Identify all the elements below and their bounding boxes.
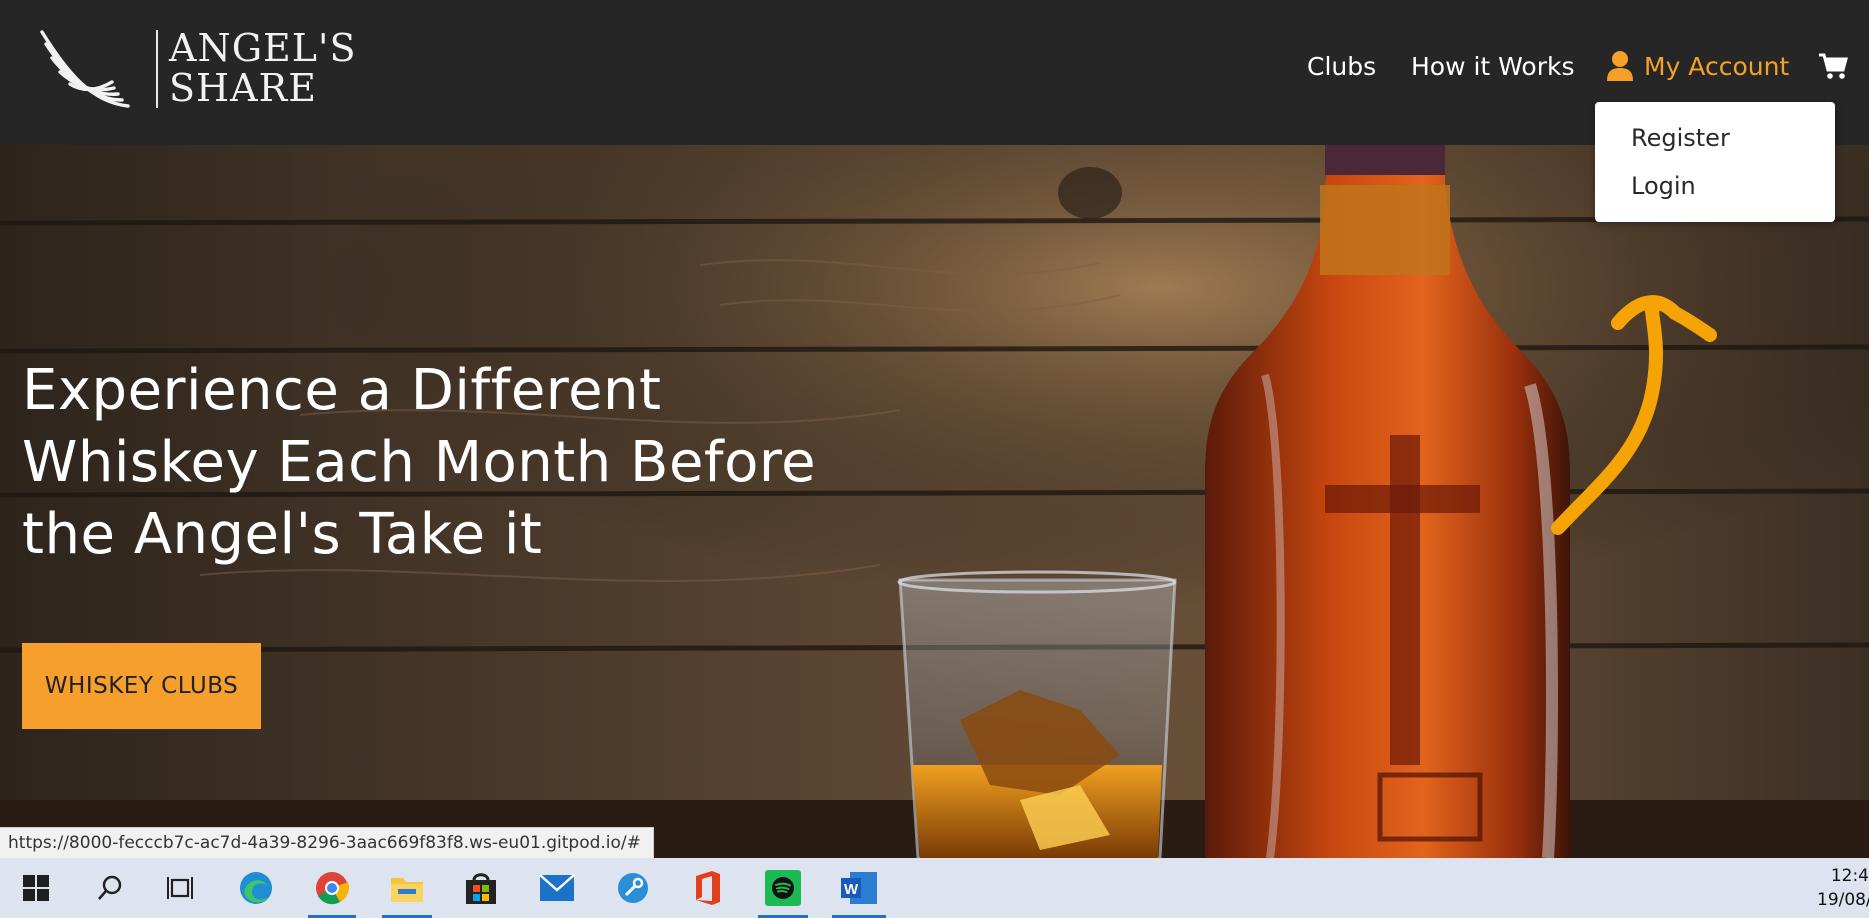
office-icon[interactable]	[678, 858, 736, 918]
user-icon	[1607, 51, 1633, 81]
logo-divider	[156, 30, 158, 108]
hero-heading: Experience a Different Whiskey Each Mont…	[22, 358, 817, 567]
spotify-icon[interactable]	[754, 858, 812, 918]
windows-start-icon[interactable]	[8, 858, 64, 918]
file-explorer-icon[interactable]	[378, 858, 436, 918]
system-clock[interactable]: 12:4 19/08/	[1817, 864, 1869, 912]
remote-desktop-icon[interactable]	[604, 858, 662, 918]
menu-item-login[interactable]: Login	[1631, 172, 1696, 200]
whiskey-clubs-button[interactable]: WHISKEY CLUBS	[22, 643, 261, 729]
search-icon[interactable]	[82, 858, 138, 918]
logo-wordmark: ANGEL'S SHARE	[169, 26, 357, 110]
edge-icon[interactable]	[228, 858, 284, 918]
my-account-label: My Account	[1644, 51, 1790, 81]
nav-link-clubs[interactable]: Clubs	[1307, 52, 1376, 81]
navbar: ANGEL'S SHARE Clubs How it Works My Acco…	[0, 0, 1869, 145]
shopping-cart-icon	[1819, 53, 1848, 79]
clock-time: 12:4	[1830, 866, 1869, 886]
clock-date: 19/08/	[1817, 890, 1869, 910]
task-view-icon[interactable]	[152, 858, 208, 918]
account-dropdown-menu: Register Login	[1595, 102, 1835, 222]
menu-item-register[interactable]: Register	[1631, 124, 1730, 152]
link-status-url: https://8000-fecccb7c-ac7d-4a39-8296-3aa…	[0, 827, 654, 859]
mail-icon[interactable]	[528, 858, 586, 918]
nav-link-how-it-works[interactable]: How it Works	[1411, 52, 1575, 81]
svg-text:W: W	[844, 881, 859, 898]
word-icon[interactable]: W	[828, 858, 890, 918]
nav-link-my-account[interactable]: My Account	[1606, 50, 1789, 82]
annotation-arrow-icon	[1551, 295, 1717, 535]
angel-wing-icon	[40, 30, 130, 108]
store-icon[interactable]	[452, 858, 510, 918]
site-logo[interactable]: ANGEL'S SHARE	[38, 26, 356, 112]
cart-button[interactable]	[1818, 52, 1848, 85]
chrome-icon[interactable]	[304, 858, 360, 918]
hero-section: Experience a Different Whiskey Each Mont…	[0, 145, 1869, 858]
windows-taskbar: W 12:4 19/08/	[0, 858, 1869, 918]
